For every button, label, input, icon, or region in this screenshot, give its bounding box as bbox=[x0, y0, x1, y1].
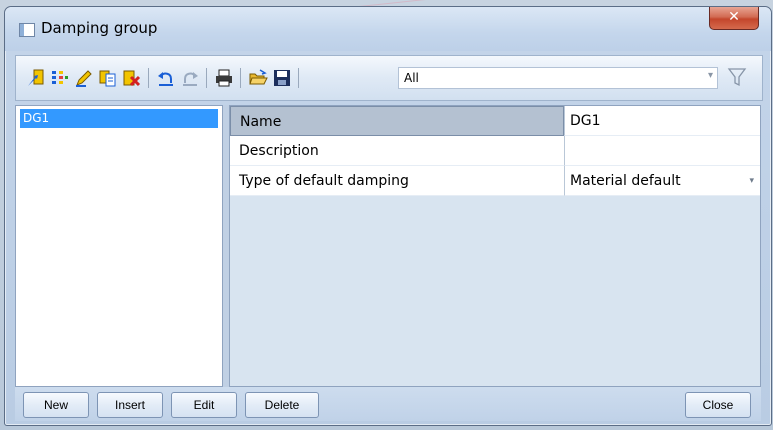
chevron-down-icon[interactable]: ▾ bbox=[708, 70, 713, 81]
damping-group-list[interactable]: DG1 bbox=[15, 105, 223, 387]
damping-type-value: Material default bbox=[570, 173, 681, 189]
name-field[interactable]: DG1 bbox=[564, 106, 760, 136]
damping-group-dialog: Damping group ✕ All ▾ DG1 Name DG1 Descr… bbox=[4, 6, 772, 426]
window-title: Damping group bbox=[41, 19, 158, 37]
property-row-name[interactable]: Name DG1 bbox=[230, 106, 760, 136]
toolbar-separator bbox=[206, 68, 207, 88]
edit-pen-icon[interactable] bbox=[74, 68, 94, 88]
delete-icon[interactable] bbox=[122, 68, 142, 88]
property-row-description[interactable]: Description bbox=[230, 136, 760, 166]
filter-funnel-icon[interactable] bbox=[726, 66, 748, 88]
toolbar-separator bbox=[240, 68, 241, 88]
toolbar-separator bbox=[148, 68, 149, 88]
properties-grid: Name DG1 Description Type of default dam… bbox=[229, 105, 761, 387]
property-label: Description bbox=[230, 136, 564, 166]
property-row-damping-type[interactable]: Type of default damping Material default… bbox=[230, 166, 760, 196]
close-window-button[interactable]: ✕ bbox=[709, 7, 759, 30]
list-item-dg1[interactable]: DG1 bbox=[20, 109, 218, 128]
open-folder-icon[interactable] bbox=[248, 68, 268, 88]
property-label: Type of default damping bbox=[230, 166, 564, 196]
description-field[interactable] bbox=[564, 136, 760, 166]
redo-icon[interactable] bbox=[180, 68, 200, 88]
columns-icon[interactable] bbox=[50, 68, 70, 88]
delete-button[interactable]: Delete bbox=[245, 392, 319, 418]
window-icon bbox=[19, 23, 35, 37]
close-button[interactable]: Close bbox=[685, 392, 751, 418]
property-label: Name bbox=[230, 106, 564, 136]
toolbar: All ▾ bbox=[15, 55, 763, 101]
button-bar: New Insert Edit Delete Close bbox=[15, 387, 761, 421]
title-bar[interactable]: Damping group ✕ bbox=[5, 7, 771, 51]
damping-type-select[interactable]: Material default ▾ bbox=[564, 166, 760, 196]
filter-value: All bbox=[404, 71, 419, 85]
save-icon[interactable] bbox=[272, 68, 292, 88]
copy-icon[interactable] bbox=[98, 68, 118, 88]
toolbar-separator bbox=[298, 68, 299, 88]
filter-select[interactable]: All ▾ bbox=[398, 67, 718, 89]
new-button[interactable]: New bbox=[23, 392, 89, 418]
print-icon[interactable] bbox=[214, 68, 234, 88]
insert-button[interactable]: Insert bbox=[97, 392, 163, 418]
undo-icon[interactable] bbox=[156, 68, 176, 88]
edit-button[interactable]: Edit bbox=[171, 392, 237, 418]
new-item-icon[interactable] bbox=[26, 68, 46, 88]
chevron-down-icon[interactable]: ▾ bbox=[749, 166, 754, 196]
